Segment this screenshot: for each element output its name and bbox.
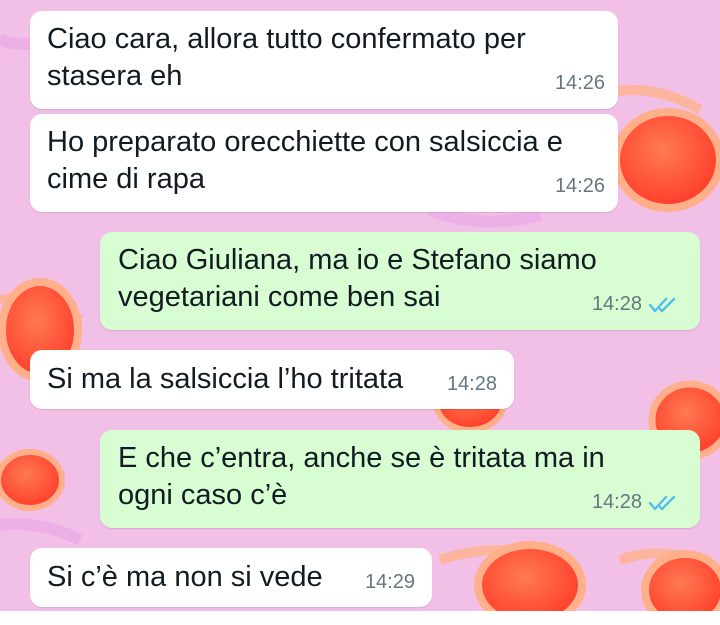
message-text: Ciao cara, allora tutto confermato per s… bbox=[47, 23, 526, 92]
message-time: 14:26 bbox=[554, 175, 605, 197]
message-time: 14:26 bbox=[554, 72, 605, 94]
message-bubble-incoming[interactable]: Si c’è ma non si vede 14:29 bbox=[30, 548, 432, 607]
message-time: 14:29 bbox=[364, 571, 415, 593]
message-text: Si ma la salsiccia l’ho tritata bbox=[47, 363, 404, 395]
message-bubble-incoming[interactable]: Ciao cara, allora tutto confermato per s… bbox=[30, 11, 618, 109]
message-time: 14:28 bbox=[446, 373, 497, 395]
message-bubble-incoming[interactable]: Si ma la salsiccia l’ho tritata 14:28 bbox=[30, 350, 514, 409]
message-text: E che c’entra, anche se è tritata ma in … bbox=[118, 442, 605, 511]
message-text: Ho preparato orecchiette con salsiccia e… bbox=[47, 126, 563, 195]
message-time: 14:28 bbox=[591, 293, 642, 315]
message-bubble-outgoing[interactable]: E che c’entra, anche se è tritata ma in … bbox=[100, 430, 700, 528]
message-text: Si c’è ma non si vede bbox=[47, 561, 323, 593]
bottom-edge bbox=[0, 611, 720, 625]
message-time: 14:28 bbox=[591, 491, 642, 513]
message-bubble-outgoing[interactable]: Ciao Giuliana, ma io e Stefano siamo veg… bbox=[100, 232, 700, 330]
double-check-icon bbox=[648, 296, 678, 314]
double-check-icon bbox=[648, 494, 678, 512]
message-bubble-incoming[interactable]: Ho preparato orecchiette con salsiccia e… bbox=[30, 114, 618, 212]
message-text: Ciao Giuliana, ma io e Stefano siamo veg… bbox=[118, 244, 597, 313]
